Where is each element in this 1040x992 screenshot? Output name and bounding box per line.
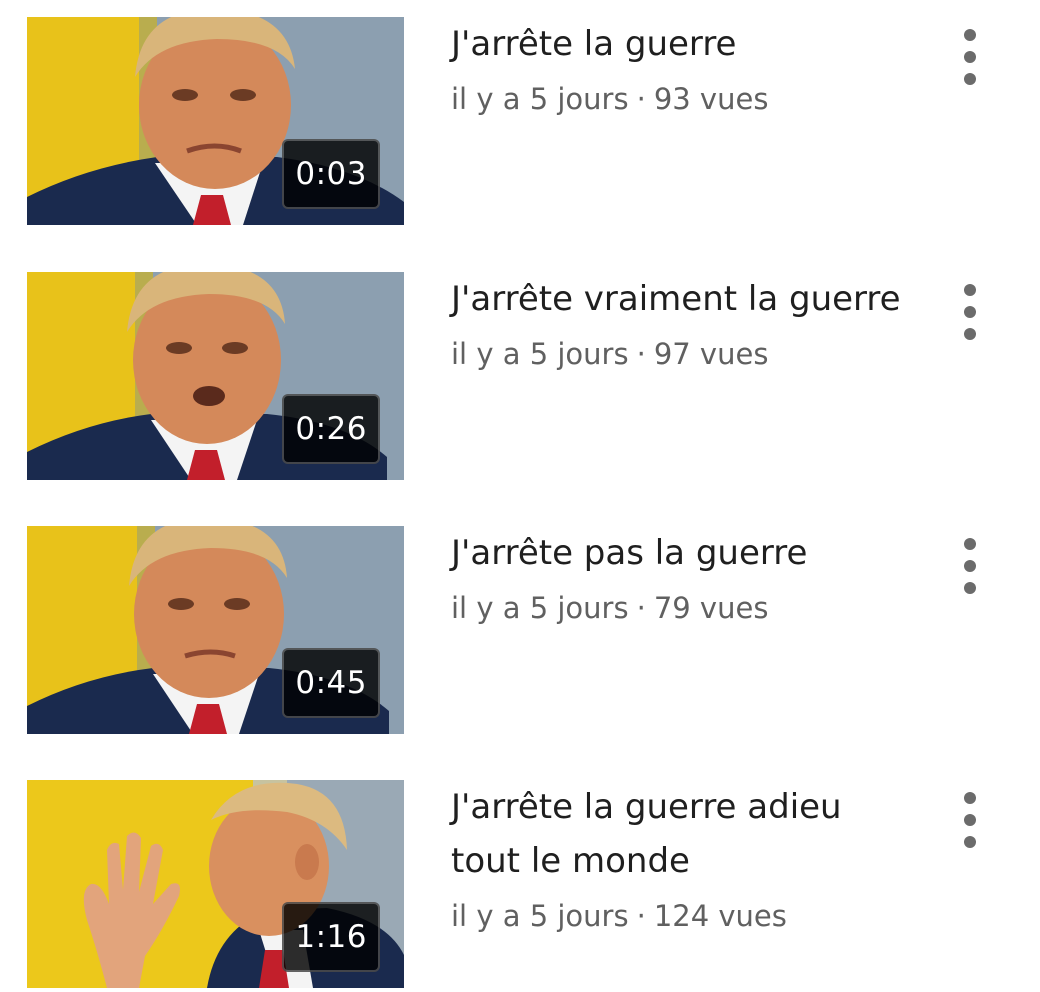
- video-thumbnail[interactable]: 0:26: [27, 272, 404, 480]
- video-meta: il y a 5 jours · 124 vues: [451, 890, 941, 942]
- video-item[interactable]: 0:45 J'arrête pas la guerre il y a 5 jou…: [0, 526, 1040, 736]
- meta-separator: ·: [636, 82, 646, 116]
- duration-badge: 0:03: [282, 139, 380, 209]
- more-vert-icon[interactable]: [954, 538, 986, 594]
- video-meta: il y a 5 jours · 97 vues: [451, 328, 941, 380]
- duration-badge: 0:26: [282, 394, 380, 464]
- view-count: 97 vues: [653, 337, 769, 371]
- video-title[interactable]: J'arrête la guerre adieu tout le monde: [451, 780, 891, 888]
- video-info[interactable]: J'arrête la guerre il y a 5 jours · 93 vue…: [451, 17, 941, 125]
- video-item[interactable]: 1:16 J'arrête la guerre adieu tout le mo…: [0, 780, 1040, 990]
- video-title[interactable]: J'arrête la guerre: [451, 17, 941, 71]
- upload-age: il y a 5 jours: [451, 82, 629, 116]
- video-list: 0:03 J'arrête la guerre il y a 5 jours · 9…: [0, 0, 1040, 992]
- meta-separator: ·: [636, 591, 646, 625]
- meta-separator: ·: [636, 899, 646, 933]
- video-title[interactable]: J'arrête pas la guerre: [451, 526, 941, 580]
- more-vert-icon[interactable]: [954, 792, 986, 848]
- video-meta: il y a 5 jours · 79 vues: [451, 582, 941, 634]
- video-thumbnail[interactable]: 1:16: [27, 780, 404, 988]
- view-count: 93 vues: [653, 82, 769, 116]
- video-item[interactable]: 0:26 J'arrête vraiment la guerre il y a …: [0, 272, 1040, 482]
- view-count: 124 vues: [653, 899, 787, 933]
- video-item[interactable]: 0:03 J'arrête la guerre il y a 5 jours · 9…: [0, 17, 1040, 227]
- upload-age: il y a 5 jours: [451, 591, 629, 625]
- video-meta: il y a 5 jours · 93 vues: [451, 73, 941, 125]
- video-thumbnail[interactable]: 0:45: [27, 526, 404, 734]
- video-info[interactable]: J'arrête la guerre adieu tout le monde i…: [451, 780, 941, 942]
- more-vert-icon[interactable]: [954, 29, 986, 85]
- view-count: 79 vues: [653, 591, 769, 625]
- more-vert-icon[interactable]: [954, 284, 986, 340]
- meta-separator: ·: [636, 337, 646, 371]
- upload-age: il y a 5 jours: [451, 899, 629, 933]
- duration-badge: 1:16: [282, 902, 380, 972]
- video-info[interactable]: J'arrête pas la guerre il y a 5 jours · 79…: [451, 526, 941, 634]
- duration-badge: 0:45: [282, 648, 380, 718]
- video-title[interactable]: J'arrête vraiment la guerre: [451, 272, 941, 326]
- video-thumbnail[interactable]: 0:03: [27, 17, 404, 225]
- upload-age: il y a 5 jours: [451, 337, 629, 371]
- video-info[interactable]: J'arrête vraiment la guerre il y a 5 jou…: [451, 272, 941, 380]
